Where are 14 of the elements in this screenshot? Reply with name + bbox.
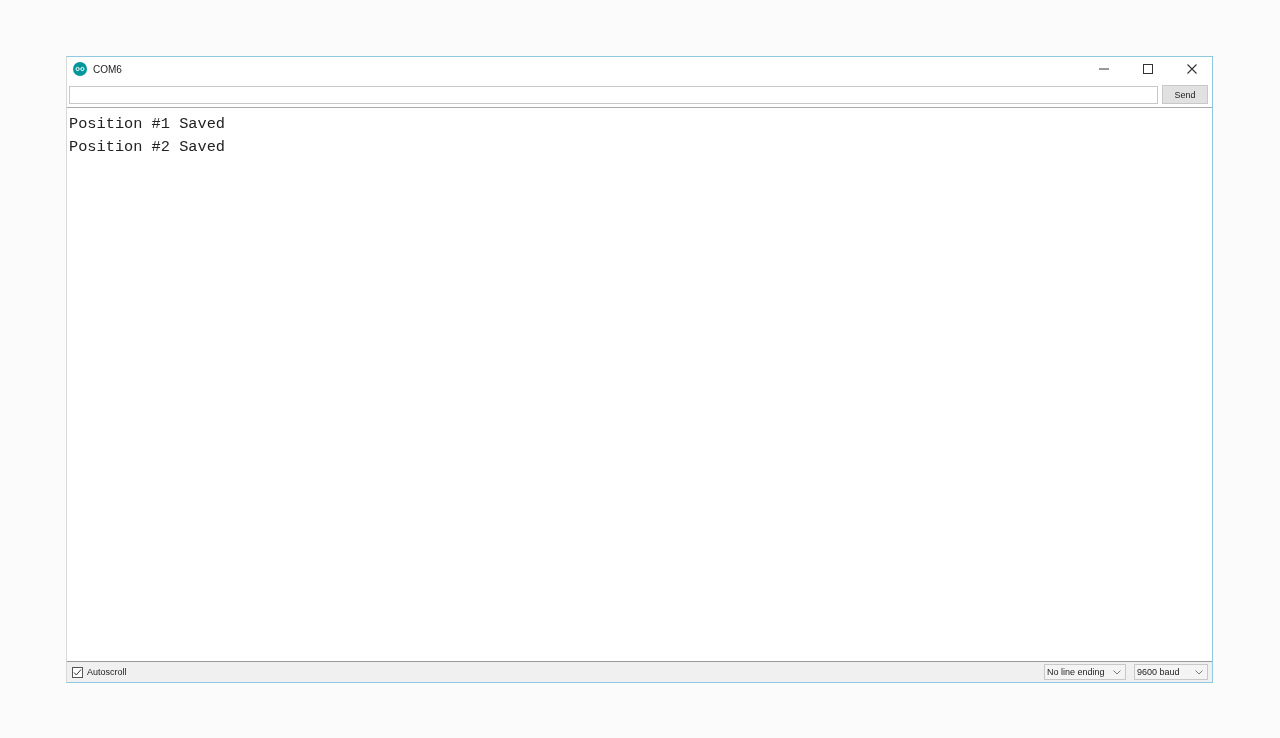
- line-ending-dropdown[interactable]: No line ending: [1044, 664, 1126, 680]
- autoscroll-label: Autoscroll: [87, 667, 127, 677]
- window-title: COM6: [93, 63, 122, 75]
- close-icon[interactable]: [1186, 63, 1198, 75]
- autoscroll-checkbox[interactable]: [72, 666, 83, 678]
- chevron-down-icon: [1195, 669, 1203, 675]
- output-line: Position #2 Saved: [69, 137, 226, 158]
- chevron-down-icon: [1113, 669, 1121, 675]
- send-button[interactable]: Send: [1162, 85, 1208, 104]
- infinity-logo-icon: [73, 62, 87, 76]
- maximize-icon[interactable]: [1142, 63, 1154, 75]
- output-line: Position #1 Saved: [69, 114, 226, 135]
- baud-rate-dropdown[interactable]: 9600 baud: [1134, 664, 1208, 680]
- message-input-field[interactable]: [69, 85, 1158, 104]
